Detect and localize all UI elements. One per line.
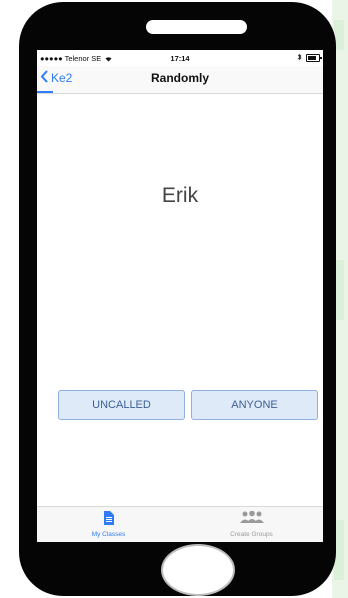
tab-label: My Classes — [91, 531, 126, 538]
phone-speaker — [146, 20, 247, 34]
bluetooth-icon — [297, 53, 302, 63]
back-indicator — [37, 91, 53, 93]
tab-label: Create Groups — [230, 531, 273, 538]
tab-my-classes[interactable]: My Classes — [37, 507, 180, 542]
status-icons — [297, 53, 322, 63]
document-icon — [37, 511, 180, 525]
navigation-bar: Ke2 Randomly — [37, 66, 323, 94]
status-time: 17:14 — [170, 54, 190, 63]
tab-bar: My Classes Create Groups — [37, 506, 323, 542]
student-name: Erik — [161, 184, 199, 207]
battery-icon — [306, 54, 322, 62]
anyone-label: ANYONE — [231, 399, 278, 411]
uncalled-button[interactable]: UNCALLED — [58, 390, 185, 420]
uncalled-label: UNCALLED — [92, 399, 151, 411]
anyone-button[interactable]: ANYONE — [191, 390, 318, 420]
home-button[interactable] — [161, 544, 235, 596]
status-bar: ●●●●● Telenor SE 17:14 — [37, 50, 323, 66]
tab-create-groups[interactable]: Create Groups — [180, 507, 323, 542]
app-screen: ●●●●● Telenor SE 17:14 Ke2 Randomly Erik… — [37, 50, 323, 542]
group-icon — [180, 511, 323, 523]
page-title: Randomly — [150, 71, 209, 85]
